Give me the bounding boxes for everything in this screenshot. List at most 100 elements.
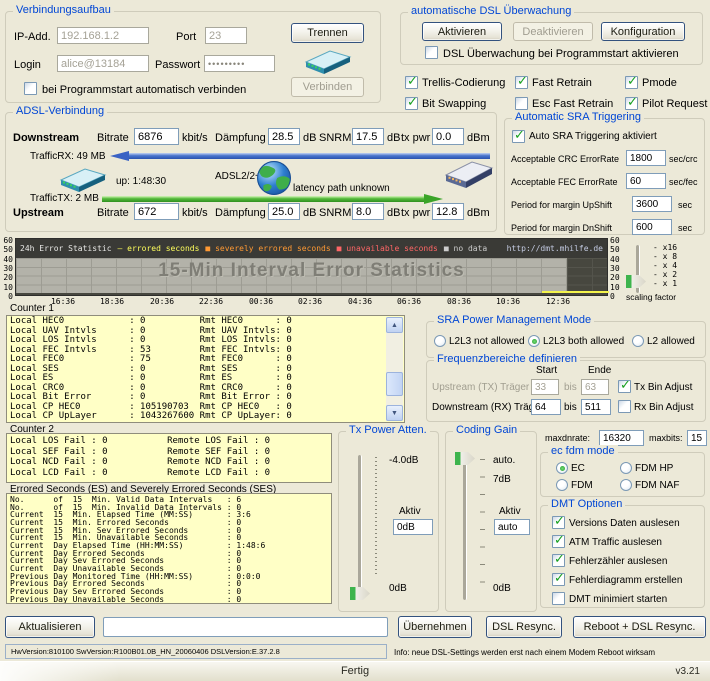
activate-button[interactable]: Aktivieren xyxy=(422,22,502,41)
maxbits-field[interactable]: 15 xyxy=(687,430,707,446)
ds-snrm-unit: dB xyxy=(387,132,401,144)
radio-fdm-naf[interactable] xyxy=(620,479,632,491)
sra-power-title: SRA Power Management Mode xyxy=(434,314,595,326)
radio-l2-allowed[interactable] xyxy=(632,335,644,347)
ip-field[interactable]: 192.168.1.2 xyxy=(57,27,149,44)
sra-trigger-checkbox[interactable] xyxy=(512,128,525,143)
versions-daten-checkbox[interactable] xyxy=(552,514,565,529)
refresh-button[interactable]: Aktualisieren xyxy=(5,616,95,638)
radio-fdm[interactable] xyxy=(556,479,568,491)
ds-txpwr-field[interactable]: 0.0 xyxy=(432,128,464,145)
scrollbar-thumb[interactable] xyxy=(386,372,403,396)
app-version: v3.21 xyxy=(675,666,700,677)
connect-button[interactable]: Verbinden xyxy=(291,77,364,97)
deactivate-button[interactable]: Deaktivieren xyxy=(513,22,593,41)
adsl-group-title: ADSL-Verbindung xyxy=(13,105,108,117)
tx-end-field[interactable]: 63 xyxy=(581,379,609,395)
tx-atten-slider-ticks xyxy=(375,457,377,575)
pilot-request-checkbox[interactable] xyxy=(625,95,638,110)
dsl-resync-button[interactable]: DSL Resync. xyxy=(486,616,562,638)
us-txpwr-field[interactable]: 12.8 xyxy=(432,203,464,220)
ds-bitrate-field[interactable]: 6876 xyxy=(134,128,179,145)
disconnect-button[interactable]: Trennen xyxy=(291,23,364,43)
radio-ec[interactable] xyxy=(556,462,568,474)
us-snrm-label: SNRM xyxy=(319,207,352,219)
login-field[interactable]: alice@13184 xyxy=(57,55,149,72)
scaling-slider-thumb[interactable] xyxy=(626,275,646,288)
trellis-checkbox[interactable] xyxy=(405,74,418,89)
l2l3-not-allowed-label: L2L3 not allowed xyxy=(449,336,525,347)
password-field[interactable]: ••••••••• xyxy=(204,55,275,72)
us-bitrate-label: Bitrate xyxy=(97,207,129,219)
sra-fec-field[interactable]: 60 xyxy=(626,173,666,189)
us-snrm-field[interactable]: 8.0 xyxy=(352,203,384,220)
scroll-up-icon[interactable] xyxy=(386,317,403,333)
ds-bitrate-unit: kbit/s xyxy=(182,132,208,144)
sra-dnshift-label: Period for margin DnShift xyxy=(511,223,613,233)
scaling-factor-label: scaling factor xyxy=(626,292,677,302)
rx-bin-adjust-label: Rx Bin Adjust xyxy=(634,402,694,413)
error-statistics-chart: 24h Error Statistic — errored seconds ■ … xyxy=(15,238,609,296)
x-tick: 08:36 xyxy=(446,297,472,306)
us-bitrate-field[interactable]: 672 xyxy=(134,203,179,220)
tx-start-field[interactable]: 33 xyxy=(531,379,559,395)
tx-carrier-label: Upstream (TX) Träger : xyxy=(432,382,535,393)
port-field[interactable]: 23 xyxy=(205,27,247,44)
y-tick: 10 xyxy=(3,283,13,292)
no-data-region xyxy=(16,258,567,293)
tx-atten-aktiv-field[interactable]: 0dB xyxy=(393,519,433,535)
ds-attn-field[interactable]: 28.5 xyxy=(268,128,300,145)
tx-bin-adjust-label: Tx Bin Adjust xyxy=(634,382,693,393)
configuration-button[interactable]: Konfiguration xyxy=(601,22,685,41)
chart-title: 24h Error Statistic xyxy=(20,244,112,253)
counter2-box[interactable]: Local LOS Fail : 0 Remote LOS Fail : 0 Lo… xyxy=(6,433,332,483)
bit-swapping-checkbox[interactable] xyxy=(405,95,418,110)
coding-gain-slider-track[interactable] xyxy=(463,455,467,600)
scroll-down-icon[interactable] xyxy=(386,405,403,421)
downstream-arrow-icon xyxy=(110,151,490,161)
fehlerdiagramm-checkbox[interactable] xyxy=(552,571,565,586)
dmt-minimiert-checkbox[interactable] xyxy=(552,592,565,605)
tx-atten-slider-track[interactable] xyxy=(358,455,362,600)
radio-l2l3-not-allowed[interactable] xyxy=(434,335,446,347)
fast-retrain-checkbox[interactable] xyxy=(515,74,528,89)
esc-fast-retrain-checkbox[interactable] xyxy=(515,97,528,110)
data-region xyxy=(567,258,607,293)
apply-button[interactable]: Übernehmen xyxy=(398,616,472,638)
monitoring-startup-checkbox[interactable] xyxy=(425,46,438,59)
tx-bin-adjust-checkbox[interactable] xyxy=(618,378,631,393)
es-ses-box[interactable]: No. of 15 Min. Valid Data Intervals : 6N… xyxy=(6,493,332,604)
rx-end-field[interactable]: 511 xyxy=(581,399,611,415)
x-tick: 04:36 xyxy=(347,297,373,306)
autoconnect-checkbox[interactable] xyxy=(24,82,37,95)
adsl-mode-label: ADSL2/2+ xyxy=(215,171,261,182)
us-attn-field[interactable]: 25.0 xyxy=(268,203,300,220)
counter1-scrollbar[interactable] xyxy=(386,317,403,421)
counter1-box[interactable]: Local HEC0 : 0 Rmt HEC0 : 0 Local UAV Int… xyxy=(6,315,405,423)
sra-crc-field[interactable]: 1800 xyxy=(626,150,666,166)
rx-bin-adjust-checkbox[interactable] xyxy=(618,400,631,413)
atm-traffic-checkbox[interactable] xyxy=(552,533,565,548)
radio-fdm-hp[interactable] xyxy=(620,462,632,474)
command-input[interactable] xyxy=(103,617,388,637)
y-tick-right: 20 xyxy=(610,273,620,282)
autoconnect-label: bei Programmstart automatisch verbinden xyxy=(42,84,247,96)
rx-start-field[interactable]: 64 xyxy=(531,399,561,415)
scaling-tick-x8: - x 8 xyxy=(653,252,678,261)
pmode-label: Pmode xyxy=(642,77,677,89)
l2l3-both-allowed-label: L2L3 both allowed xyxy=(543,336,625,347)
tx-atten-top-label: -4.0dB xyxy=(389,455,419,466)
reboot-resync-button[interactable]: Reboot + DSL Resync. xyxy=(573,616,706,638)
coding-gain-aktiv-field[interactable]: auto xyxy=(494,519,530,535)
pmode-checkbox[interactable] xyxy=(625,74,638,89)
maxdnrate-field[interactable]: 16320 xyxy=(599,430,644,446)
coding-gain-bottom-label: 0dB xyxy=(493,583,511,594)
fehlerzaehler-checkbox[interactable] xyxy=(552,552,565,567)
sra-upshift-field[interactable]: 3600 xyxy=(632,196,672,212)
ds-txpwr-unit: dBm xyxy=(467,132,490,144)
ds-snrm-field[interactable]: 17.5 xyxy=(352,128,384,145)
ds-bitrate-label: Bitrate xyxy=(97,132,129,144)
radio-l2l3-both-allowed[interactable] xyxy=(528,335,540,347)
sra-dnshift-field[interactable]: 600 xyxy=(632,219,672,235)
ds-attn-label: Dämpfung xyxy=(215,132,266,144)
